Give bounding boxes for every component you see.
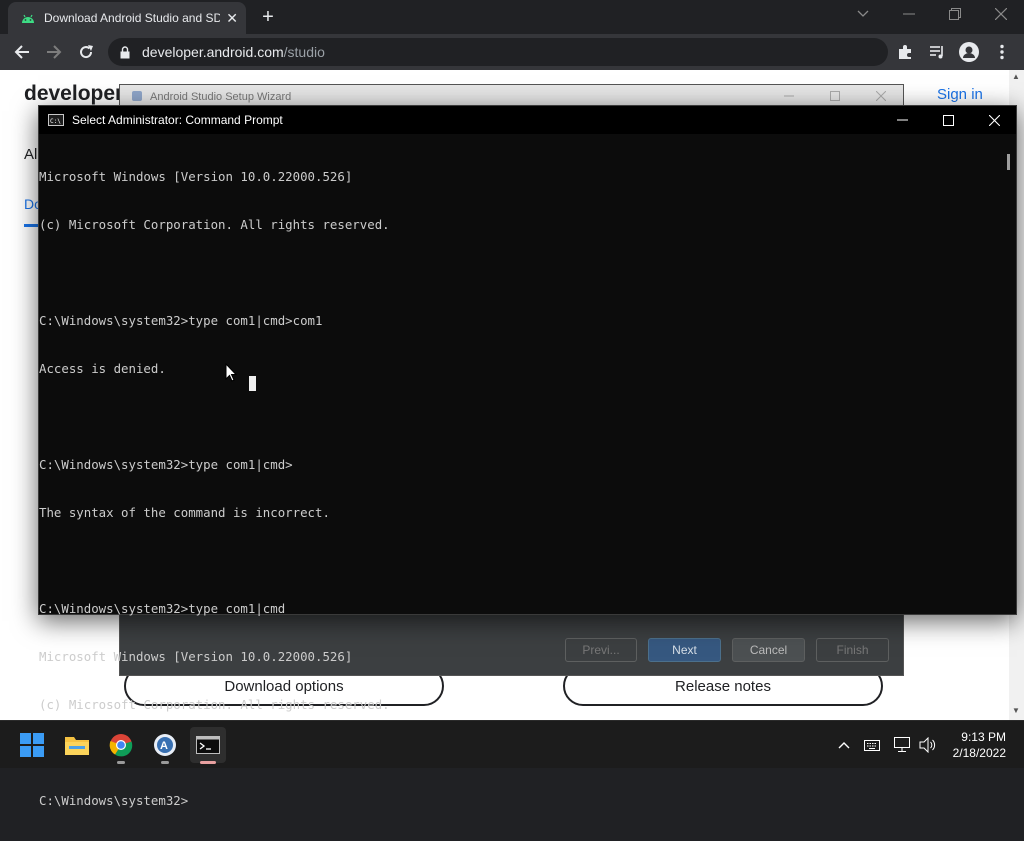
cmd-close-icon[interactable] — [971, 106, 1017, 134]
windows-start-icon[interactable] — [14, 727, 50, 763]
cmd-line: C:\Windows\system32>type com1|cmd> — [39, 457, 293, 472]
wizard-titlebar: Android Studio Setup Wizard — [120, 85, 903, 107]
restore-icon[interactable] — [943, 2, 967, 26]
cmd-output[interactable]: Microsoft Windows [Version 10.0.22000.52… — [39, 137, 999, 808]
cmd-maximize-icon[interactable] — [925, 106, 971, 134]
cmd-line — [39, 265, 999, 281]
cmd-line: The syntax of the command is incorrect. — [39, 505, 330, 520]
command-prompt-window[interactable]: C:\ Select Administrator: Command Prompt… — [38, 105, 1017, 808]
network-icon[interactable] — [893, 735, 913, 755]
wizard-minimize-icon[interactable] — [784, 95, 794, 97]
cmd-line — [39, 409, 999, 425]
svg-text:C:\: C:\ — [50, 118, 61, 125]
volume-icon[interactable] — [918, 735, 938, 755]
cmd-line: C:\Windows\system32>type com1|cmd — [39, 601, 286, 616]
android-studio-icon[interactable]: A — [147, 727, 183, 763]
cmd-minimize-icon[interactable] — [879, 106, 925, 134]
show-hidden-icons-chevron-icon[interactable] — [834, 735, 854, 755]
profile-avatar-icon[interactable] — [957, 40, 981, 64]
cmd-line: Microsoft Windows [Version 10.0.22000.52… — [39, 649, 353, 664]
chrome-icon[interactable] — [103, 727, 139, 763]
cmd-line: (c) Microsoft Corporation. All rights re… — [39, 697, 390, 712]
file-explorer-icon[interactable] — [59, 727, 95, 763]
cmd-line: Microsoft Windows [Version 10.0.22000.52… — [39, 169, 353, 184]
system-clock[interactable]: 9:13 PM 2/18/2022 — [946, 729, 1006, 761]
command-prompt-icon[interactable] — [190, 727, 226, 763]
url-host: developer.android.com — [142, 44, 284, 60]
close-tab-icon[interactable]: ✕ — [226, 10, 238, 27]
text-cursor — [249, 376, 256, 391]
clock-time: 9:13 PM — [961, 730, 1006, 744]
more-menu-icon[interactable] — [990, 40, 1014, 64]
forward-arrow-icon[interactable] — [42, 40, 66, 64]
extensions-puzzle-icon[interactable] — [893, 40, 917, 64]
cmd-line — [39, 553, 999, 569]
clock-date: 2/18/2022 — [952, 746, 1006, 760]
android-studio-icon — [132, 91, 142, 101]
command-prompt-icon: C:\ — [48, 114, 64, 126]
minimize-icon[interactable] — [897, 2, 921, 26]
cmd-scrollbar-thumb[interactable] — [1007, 154, 1010, 170]
cmd-line: C:\Windows\system32>type com1|cmd>com1 — [39, 313, 323, 328]
svg-text:A: A — [160, 740, 168, 752]
wizard-maximize-icon[interactable] — [830, 91, 840, 101]
scroll-up-arrow-icon[interactable]: ▲ — [1012, 72, 1020, 81]
cmd-window-title: Select Administrator: Command Prompt — [72, 113, 283, 127]
back-arrow-icon[interactable] — [10, 40, 34, 64]
running-indicator — [161, 761, 169, 764]
media-control-icon[interactable] — [925, 40, 949, 64]
android-icon — [20, 12, 36, 24]
active-indicator — [200, 761, 216, 764]
url-path: /studio — [283, 44, 325, 60]
tab-search-icon[interactable] — [851, 2, 875, 26]
reload-icon[interactable] — [74, 40, 98, 64]
cmd-line: Access is denied. — [39, 361, 166, 376]
sign-in-link[interactable]: Sign in — [937, 86, 983, 103]
keyboard-icon[interactable] — [862, 735, 882, 755]
browser-tab-strip: Download Android Studio and SDK tools ✕ … — [0, 0, 1024, 34]
browser-tab[interactable]: Download Android Studio and SDK tools ✕ — [8, 2, 246, 34]
tab-title: Download Android Studio and SDK tools — [44, 11, 221, 25]
windows-taskbar: A 9:13 PM 2/18/2022 — [0, 720, 1024, 768]
cmd-prompt-line: C:\Windows\system32> — [39, 793, 189, 808]
wizard-title: Android Studio Setup Wizard — [150, 91, 292, 103]
scroll-down-arrow-icon[interactable]: ▼ — [1012, 706, 1020, 715]
mouse-pointer-icon — [225, 363, 237, 382]
new-tab-icon[interactable]: + — [256, 5, 280, 29]
lock-icon[interactable] — [120, 45, 130, 59]
cmd-titlebar[interactable]: C:\ Select Administrator: Command Prompt — [39, 106, 1016, 134]
wizard-close-icon[interactable] — [876, 91, 886, 101]
running-indicator — [117, 761, 125, 764]
cmd-line: (c) Microsoft Corporation. All rights re… — [39, 217, 390, 232]
page-heading-fragment: Al — [24, 146, 38, 163]
address-bar[interactable]: developer.android.com/studio — [108, 38, 888, 66]
close-window-icon[interactable] — [989, 2, 1013, 26]
